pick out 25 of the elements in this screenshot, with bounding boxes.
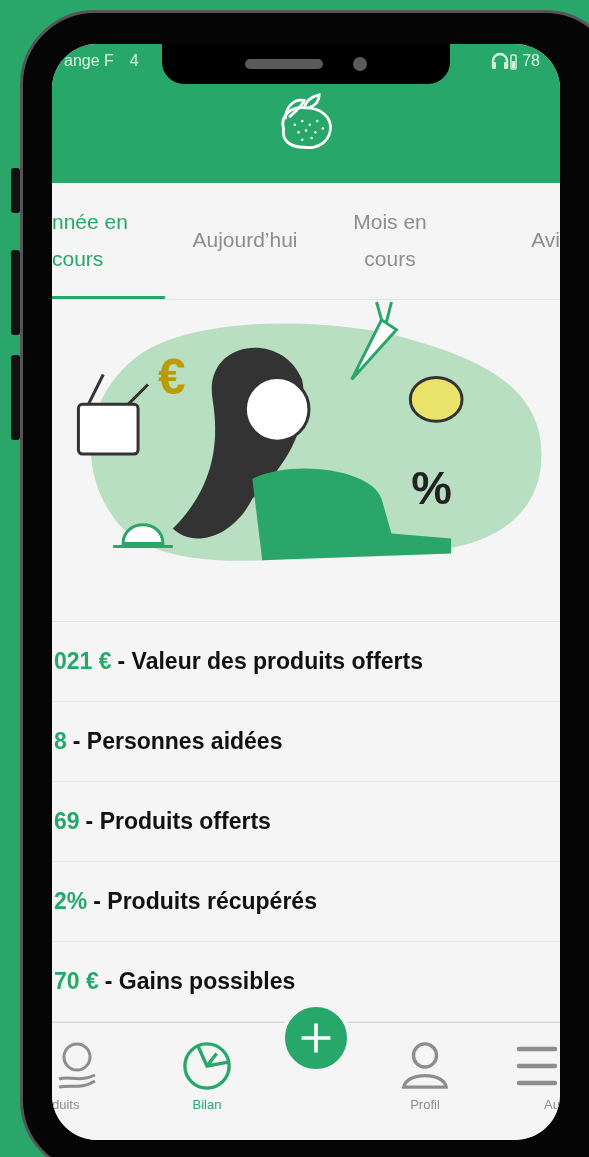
nav-item[interactable]: Bilan bbox=[147, 1023, 267, 1140]
headphones-battery-icon bbox=[491, 52, 518, 70]
stat-label: - Personnes aidées bbox=[72, 728, 283, 755]
stat-label: - Valeur des produits offerts bbox=[117, 648, 423, 675]
stat-value: 021 € bbox=[54, 648, 112, 675]
nav-item[interactable]: duits bbox=[52, 1023, 147, 1140]
stat-label: - Produits offerts bbox=[85, 808, 271, 835]
tab[interactable]: Aujourd’hui bbox=[165, 183, 325, 299]
profile-icon bbox=[400, 1041, 450, 1091]
carrier-text: ange F bbox=[64, 52, 114, 70]
stat-value: 2% bbox=[54, 888, 88, 915]
stat-value: 8 bbox=[54, 728, 67, 755]
stat-value: 69 bbox=[54, 808, 80, 835]
stat-value: 70 € bbox=[54, 968, 99, 995]
network-text: 4 bbox=[129, 52, 139, 70]
nav-item[interactable]: Profil bbox=[365, 1023, 485, 1140]
battery-text: 78 bbox=[522, 52, 540, 70]
tab[interactable]: nnée en cours bbox=[52, 183, 165, 299]
stat-label: - Produits récupérés bbox=[93, 888, 317, 915]
stat-label: - Gains possibles bbox=[104, 968, 296, 995]
tab[interactable]: Avi bbox=[455, 183, 560, 299]
percent-symbol: % bbox=[411, 462, 452, 514]
pie-chart-icon bbox=[182, 1041, 232, 1091]
euro-symbol: € bbox=[157, 349, 186, 406]
tab[interactable]: Mois en cours bbox=[325, 183, 455, 299]
